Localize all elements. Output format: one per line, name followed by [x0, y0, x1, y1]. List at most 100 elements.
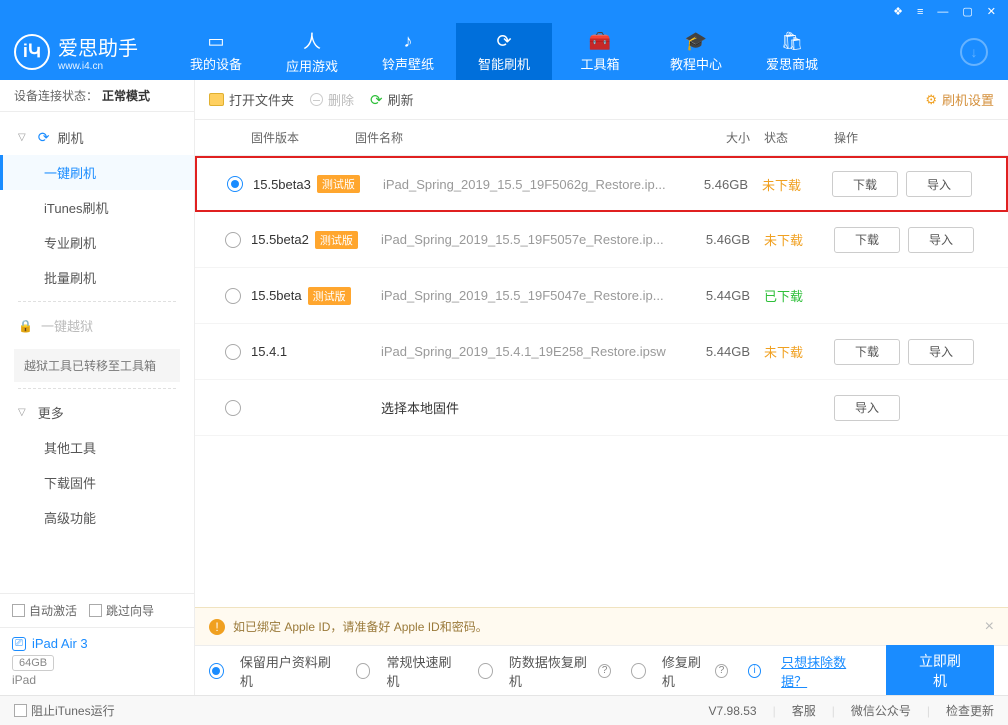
device-name-label: iPad Air 3 [32, 636, 88, 651]
nav-label: 铃声壁纸 [382, 54, 434, 73]
radio-icon[interactable] [225, 232, 241, 248]
opt-antirecovery-flash[interactable]: 防数据恢复刷机 ? [478, 652, 611, 690]
opt-normal-flash[interactable]: 常规快速刷机 [356, 652, 458, 690]
download-button[interactable]: 下载 [834, 339, 900, 365]
footer-check-update[interactable]: 检查更新 [946, 702, 994, 719]
opt-antirecovery-flash-label: 防数据恢复刷机 [509, 652, 592, 690]
window-menu-icon[interactable]: ≡ [913, 4, 927, 20]
flash-now-button[interactable]: 立即刷机 [886, 643, 994, 699]
import-button[interactable]: 导入 [908, 227, 974, 253]
window-minimize-icon[interactable]: — [933, 4, 952, 20]
sidebar-item[interactable]: 其他工具 [0, 430, 194, 465]
header-right: ↓ [960, 38, 988, 66]
help-icon[interactable]: ? [715, 664, 728, 678]
download-button[interactable]: 下载 [834, 227, 900, 253]
import-button[interactable]: 导入 [908, 339, 974, 365]
refresh-button[interactable]: ⟳ 刷新 [370, 90, 414, 109]
row-size: 5.46GB [684, 232, 764, 247]
row-version: 15.5beta测试版 [251, 287, 381, 305]
erase-only-link[interactable]: 只想抹除数据？ [781, 652, 866, 690]
row-version: 15.5beta3测试版 [253, 175, 383, 193]
opt-keep-data[interactable]: 保留用户资料刷机 [209, 652, 336, 690]
sidebar-checks: 自动激活 跳过向导 [0, 594, 194, 628]
window-option-icon[interactable]: ❖ [889, 3, 907, 20]
row-ops: 下载导入 [834, 227, 994, 253]
side-title-flash[interactable]: ▽ ⟳ 刷机 [0, 120, 194, 155]
th-size: 大小 [684, 129, 764, 146]
nav-item-6[interactable]: 🛍爱思商城 [744, 23, 840, 80]
window-maximize-icon[interactable]: ▢ [958, 3, 976, 20]
radio-icon[interactable] [227, 176, 243, 192]
radio-icon [631, 663, 646, 679]
sidebar-item[interactable]: iTunes刷机 [0, 190, 194, 225]
check-auto-activate[interactable]: 自动激活 [12, 602, 77, 619]
side-item-jailbreak[interactable]: 🔒 一键越狱 [0, 308, 194, 343]
opt-repair-flash-label: 修复刷机 [662, 652, 709, 690]
opt-repair-flash[interactable]: 修复刷机 ? [631, 652, 728, 690]
side-title-more[interactable]: ▽ 更多 [0, 395, 194, 430]
sidebar-item[interactable]: 高级功能 [0, 500, 194, 535]
sidebar-item[interactable]: 一键刷机 [0, 155, 194, 190]
panel: 打开文件夹 删除 ⟳ 刷新 ⚙ 刷机设置 固件版本 固件名称 大小 状态 操作 … [195, 80, 1008, 695]
help-icon[interactable]: ? [598, 664, 611, 678]
firmware-row[interactable]: 15.5beta3测试版iPad_Spring_2019_15.5_19F506… [195, 156, 1008, 212]
connection-status: 设备连接状态： 正常模式 [0, 80, 194, 112]
footer: 阻止iTunes运行 V7.98.53 | 客服 | 微信公众号 | 检查更新 [0, 695, 1008, 725]
notice-bar: ! 如已绑定 Apple ID，请准备好 Apple ID和密码。 × [195, 607, 1008, 645]
firmware-row[interactable]: 15.5beta2测试版iPad_Spring_2019_15.5_19F505… [195, 212, 1008, 268]
firmware-row[interactable]: 15.5beta测试版iPad_Spring_2019_15.5_19F5047… [195, 268, 1008, 324]
import-button[interactable]: 导入 [906, 171, 972, 197]
radio-icon[interactable] [225, 400, 241, 416]
check-block-itunes[interactable]: 阻止iTunes运行 [14, 702, 115, 719]
check-auto-activate-label: 自动激活 [29, 602, 77, 619]
nav-label: 爱思商城 [766, 54, 818, 73]
sidebar-item[interactable]: 批量刷机 [0, 260, 194, 295]
footer-wechat[interactable]: 微信公众号 [851, 702, 911, 719]
sidebar-item[interactable]: 下载固件 [0, 465, 194, 500]
divider [18, 388, 176, 389]
device-box[interactable]: ⎚ iPad Air 3 64GB iPad [0, 628, 194, 695]
logo[interactable]: iԿ 爱思助手 www.i4.cn [14, 32, 138, 72]
nav-icon: 🎓 [685, 31, 707, 52]
checkbox-icon [12, 604, 25, 617]
nav-item-5[interactable]: 🎓教程中心 [648, 23, 744, 80]
window-close-icon[interactable]: ✕ [983, 3, 1000, 20]
check-block-itunes-label: 阻止iTunes运行 [31, 702, 115, 719]
row-ops: 导入 [834, 395, 994, 421]
info-icon[interactable]: i [748, 664, 761, 678]
nav-icon: ▭ [207, 31, 224, 52]
footer-support[interactable]: 客服 [792, 702, 816, 719]
notice-close-icon[interactable]: × [985, 618, 994, 636]
nav-icon: ♪ [404, 31, 413, 52]
row-name: iPad_Spring_2019_15.4.1_19E258_Restore.i… [381, 344, 684, 359]
open-folder-button[interactable]: 打开文件夹 [209, 90, 294, 109]
collapse-icon: ▽ [18, 407, 26, 418]
radio-icon[interactable] [225, 344, 241, 360]
radio-icon[interactable] [225, 288, 241, 304]
device-capacity: 64GB [12, 655, 54, 671]
opt-normal-flash-label: 常规快速刷机 [386, 652, 458, 690]
content: 设备连接状态： 正常模式 ▽ ⟳ 刷机 一键刷机iTunes刷机专业刷机批量刷机… [0, 80, 1008, 695]
nav-item-0[interactable]: ▭我的设备 [168, 23, 264, 80]
import-button[interactable]: 导入 [834, 395, 900, 421]
download-indicator-icon[interactable]: ↓ [960, 38, 988, 66]
nav-item-3[interactable]: ⟳智能刷机 [456, 23, 552, 80]
nav-item-4[interactable]: 🧰工具箱 [552, 23, 648, 80]
flash-icon: ⟳ [38, 129, 50, 146]
flash-settings-button[interactable]: ⚙ 刷机设置 [925, 90, 994, 109]
titlebar: ❖ ≡ — ▢ ✕ [0, 0, 1008, 23]
delete-button[interactable]: 删除 [310, 90, 354, 109]
nav-item-1[interactable]: 人应用游戏 [264, 23, 360, 80]
nav-icon: 🧰 [589, 31, 611, 52]
download-button[interactable]: 下载 [832, 171, 898, 197]
nav-item-2[interactable]: ♪ 铃声壁纸 [360, 23, 456, 80]
lock-icon: 🔒 [18, 319, 33, 333]
check-skip-guide[interactable]: 跳过向导 [89, 602, 154, 619]
side-note: 越狱工具已转移至工具箱 [14, 349, 180, 382]
beta-tag: 测试版 [308, 287, 351, 305]
check-skip-guide-label: 跳过向导 [106, 602, 154, 619]
firmware-row[interactable]: 15.4.1iPad_Spring_2019_15.4.1_19E258_Res… [195, 324, 1008, 380]
firmware-row[interactable]: 选择本地固件导入 [195, 380, 1008, 436]
gear-icon: ⚙ [925, 92, 937, 108]
sidebar-item[interactable]: 专业刷机 [0, 225, 194, 260]
